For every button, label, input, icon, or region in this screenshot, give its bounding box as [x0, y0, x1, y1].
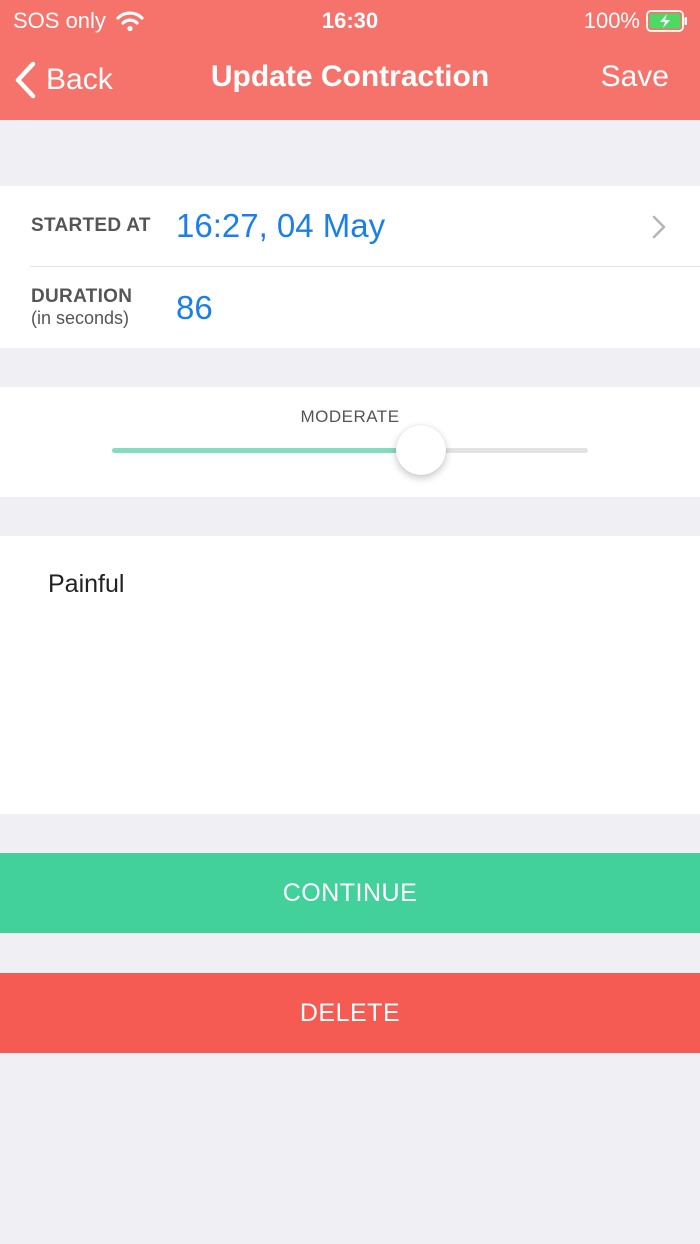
started-at-value[interactable]: 16:27, 04 May — [176, 207, 385, 245]
chevron-left-icon — [15, 61, 36, 99]
duration-label-text: DURATION — [31, 286, 133, 307]
notes-card[interactable]: Painful — [0, 536, 700, 814]
back-button[interactable]: Back — [14, 58, 113, 102]
intensity-slider-thumb[interactable] — [396, 425, 447, 475]
battery-status: 100% — [584, 8, 688, 34]
intensity-card: MODERATE — [0, 387, 700, 497]
chevron-right-icon — [652, 215, 666, 239]
back-button-label: Back — [46, 63, 113, 96]
intensity-slider-track[interactable] — [112, 448, 588, 453]
continue-button[interactable]: CONTINUE — [0, 853, 700, 933]
delete-button[interactable]: DELETE — [0, 973, 700, 1053]
battery-percent: 100% — [583, 8, 640, 33]
header: SOS only 16:30 100% Back Update Contract… — [0, 0, 700, 120]
intensity-slider-fill — [112, 448, 422, 453]
status-bar: SOS only 16:30 100% — [0, 0, 700, 40]
intensity-label: MODERATE — [300, 407, 400, 426]
started-at-row[interactable]: STARTED AT 16:27, 04 May — [0, 186, 700, 267]
battery-charging-icon — [646, 10, 687, 32]
started-at-label: STARTED AT — [31, 215, 151, 236]
duration-sublabel: (in seconds) — [31, 308, 130, 328]
contraction-details: STARTED AT 16:27, 04 May DURATION (in se… — [0, 186, 700, 348]
navigation-bar: Back Update Contraction Save — [0, 40, 700, 120]
notes-text[interactable]: Painful — [48, 570, 124, 599]
duration-label: DURATION (in seconds) — [31, 286, 132, 329]
save-button[interactable]: Save — [601, 60, 669, 94]
duration-row: DURATION (in seconds) 86 — [0, 267, 700, 348]
duration-value[interactable]: 86 — [176, 289, 213, 327]
